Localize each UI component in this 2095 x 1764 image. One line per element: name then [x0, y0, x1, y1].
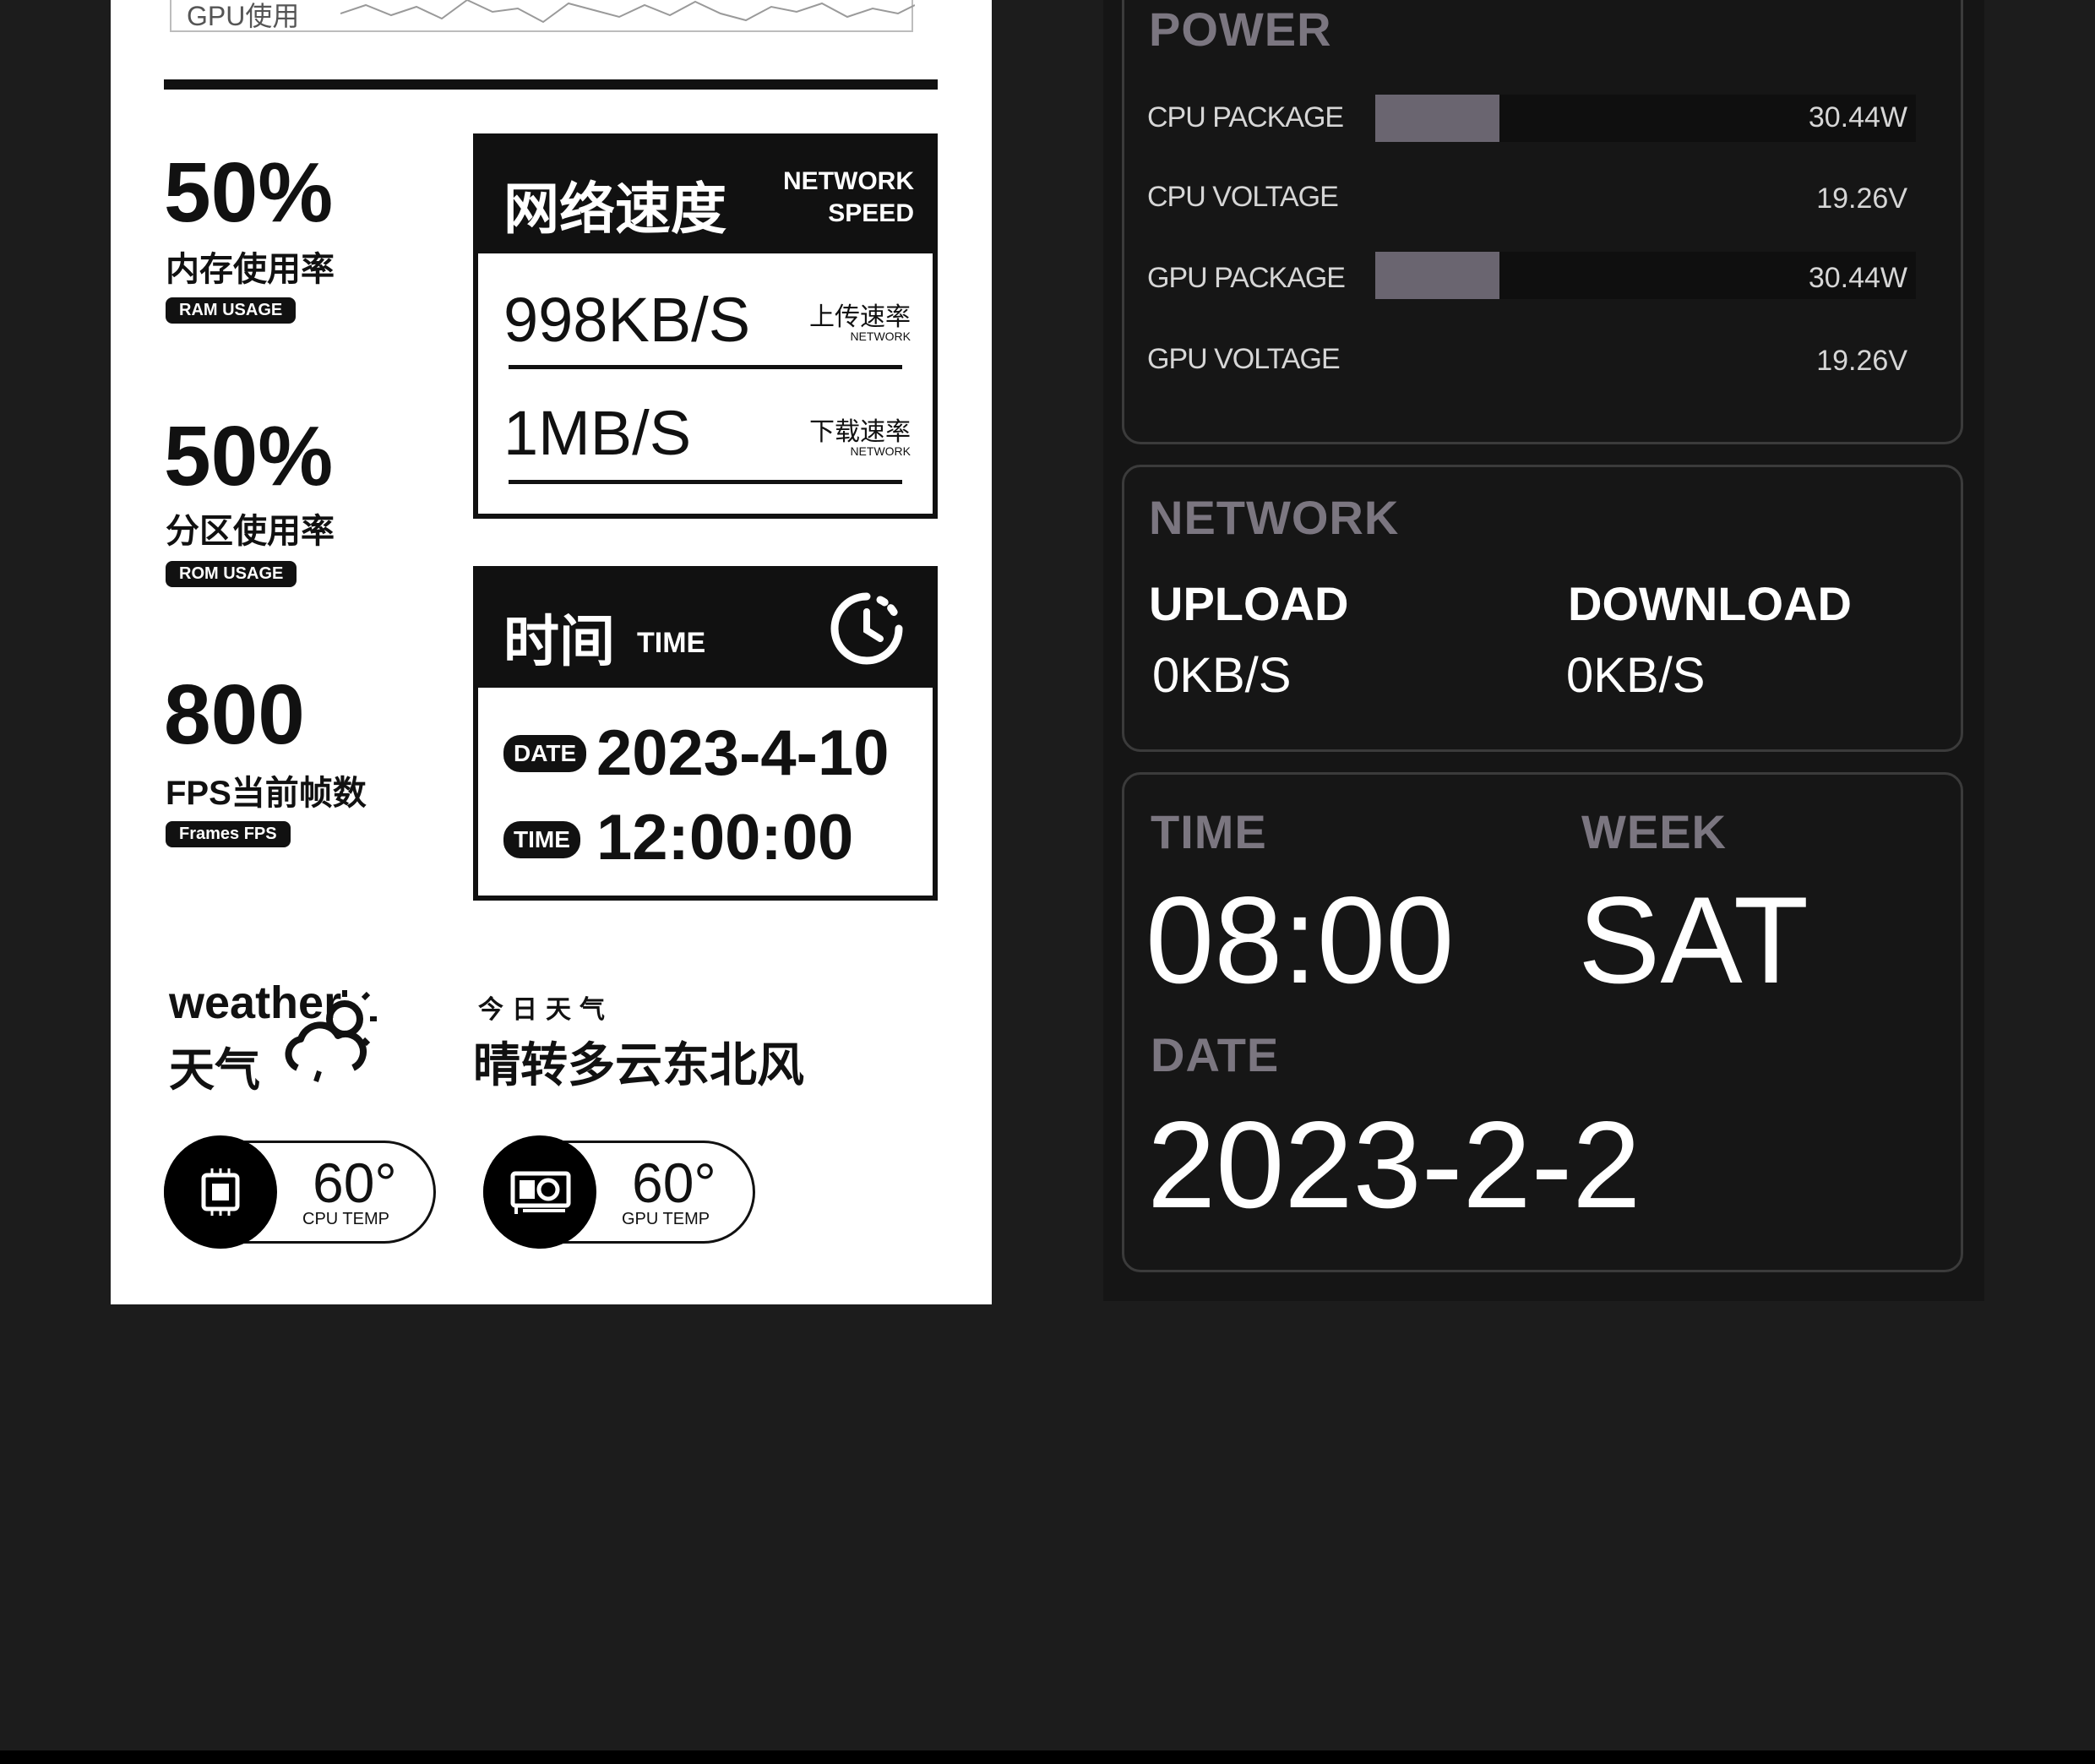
time-card-date-label: DATE — [1151, 1028, 1280, 1081]
network-upload-value: 0KB/S — [1152, 648, 1292, 703]
network-download-label: DOWNLOAD — [1568, 577, 1852, 630]
time-box-header: 时间 TIME — [478, 571, 933, 688]
download-speed-label-cn: 下载速率 — [809, 418, 911, 446]
power-card — [1122, 0, 1963, 444]
rom-usage-badge: ROM USAGE — [166, 561, 297, 587]
cpu-voltage-value: 19.26V — [1816, 182, 1907, 215]
cpu-temp-value: 60° — [313, 1152, 397, 1214]
network-download-value: 0KB/S — [1566, 648, 1706, 703]
gpu-voltage-value: 19.26V — [1816, 345, 1907, 377]
gpu-temp-label: GPU TEMP — [622, 1210, 710, 1228]
gpu-voltage-label: GPU VOLTAGE — [1147, 343, 1341, 375]
download-speed-label-en: NETWORK — [850, 444, 911, 458]
network-speed-title-cn: 网络速度 — [503, 177, 726, 240]
rom-usage-value: 50% — [164, 409, 334, 504]
upload-speed-value: 998KB/S — [503, 285, 751, 355]
date-tag: DATE — [503, 735, 587, 772]
partly-cloudy-rain-icon — [285, 990, 377, 1082]
network-speed-box: 网络速度 NETWORK SPEED 998KB/S 上传速率 NETWORK … — [473, 133, 938, 519]
network-speed-title-en-1: NETWORK — [783, 167, 914, 195]
cpu-temp-label: CPU TEMP — [302, 1210, 389, 1228]
cpu-voltage-label: CPU VOLTAGE — [1147, 181, 1339, 213]
network-speed-title-en-2: SPEED — [828, 199, 914, 227]
gpu-package-bar-fill — [1375, 252, 1499, 299]
section-divider — [164, 79, 938, 90]
bottom-border — [0, 1750, 2095, 1764]
ram-usage-badge: RAM USAGE — [166, 297, 297, 324]
time-box-time-value: 12:00:00 — [596, 802, 854, 874]
cpu-package-value: 30.44W — [1808, 101, 1907, 133]
time-card-week-value: SAT — [1578, 871, 1809, 1009]
time-tag: TIME — [503, 821, 580, 858]
cpu-chip-icon — [201, 1168, 240, 1216]
fps-badge: Frames FPS — [166, 821, 291, 847]
fps-label: FPS当前帧数 — [166, 775, 367, 812]
time-card-time-value: 08:00 — [1145, 871, 1455, 1009]
gpu-temp-value: 60° — [632, 1152, 716, 1214]
gpu-usage-chart-label: GPU使用 — [187, 1, 300, 31]
upload-speed-label-en: NETWORK — [850, 329, 911, 343]
network-speed-header: 网络速度 NETWORK SPEED — [478, 139, 933, 253]
cpu-temp-icon-circle — [164, 1135, 277, 1249]
upload-speed-label-cn: 上传速率 — [809, 303, 911, 331]
upload-divider — [509, 365, 902, 369]
weather-condition: 晴转多云东北风 — [473, 1038, 804, 1092]
clock-icon — [830, 592, 903, 665]
time-box-date-value: 2023-4-10 — [596, 717, 890, 789]
gpu-usage-sparkline — [340, 0, 915, 24]
ram-usage-value: 50% — [164, 145, 334, 240]
rom-usage-label: 分区使用率 — [166, 513, 335, 550]
time-box-title-cn: 时间 — [503, 610, 615, 672]
gpu-package-value: 30.44W — [1808, 262, 1907, 294]
download-divider — [509, 480, 902, 484]
ram-usage-label: 内存使用率 — [166, 251, 335, 288]
cpu-package-label: CPU PACKAGE — [1147, 101, 1344, 133]
fps-value: 800 — [164, 667, 305, 762]
gpu-usage-chart: GPU使用 — [170, 0, 915, 32]
time-card-week-label: WEEK — [1581, 805, 1727, 858]
time-card-date-value: 2023-2-2 — [1147, 1096, 1641, 1233]
today-weather-label: 今日天气 — [478, 996, 613, 1024]
download-speed-value: 1MB/S — [503, 398, 692, 468]
network-upload-label: UPLOAD — [1149, 577, 1349, 630]
gpu-package-label: GPU PACKAGE — [1147, 262, 1346, 294]
time-box-title-en: TIME — [637, 627, 706, 659]
cpu-package-bar-fill — [1375, 95, 1499, 142]
graphics-card-icon — [510, 1171, 571, 1214]
gpu-temp-icon-circle — [483, 1135, 596, 1249]
network-card-title: NETWORK — [1149, 491, 1400, 544]
power-card-title: POWER — [1149, 3, 1332, 56]
time-card-time-label: TIME — [1151, 805, 1267, 858]
weather-label-cn: 天气 — [169, 1045, 260, 1096]
time-box: 时间 TIME DATE 2023-4-10 TIME 12:00:00 — [473, 566, 938, 901]
